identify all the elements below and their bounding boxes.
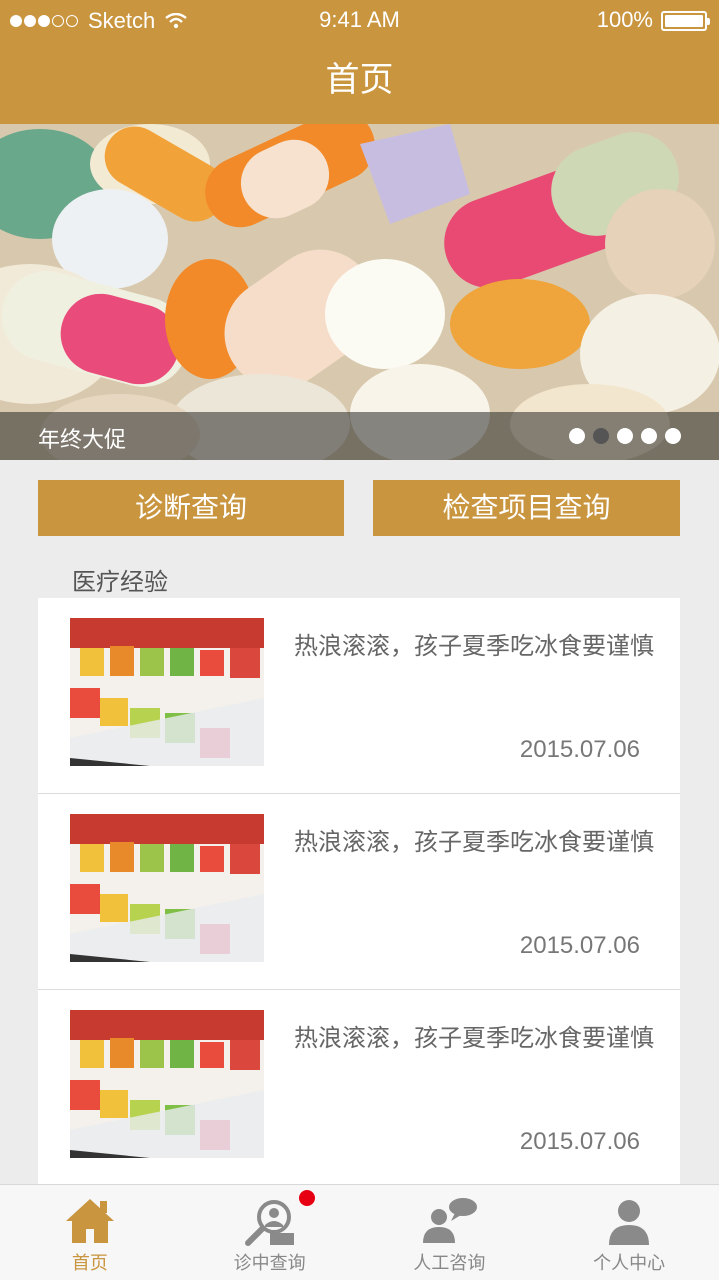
article-item[interactable]: 热浪滚滚，孩子夏季吃冰食要谨慎 2015.07.06 (38, 794, 680, 990)
article-thumbnail (70, 1010, 264, 1158)
article-list: 热浪滚滚，孩子夏季吃冰食要谨慎 2015.07.06 热浪滚滚，孩子夏季吃冰食要… (38, 598, 680, 1186)
banner-caption-bar: 年终大促 (0, 412, 719, 460)
page-dot[interactable] (569, 428, 585, 444)
promo-banner[interactable]: 年终大促 (0, 124, 719, 460)
notification-badge-icon (298, 1190, 315, 1206)
tab-in-diagnosis-query[interactable]: 诊中查询 (180, 1185, 360, 1280)
tab-label: 首页 (71, 1253, 108, 1274)
article-headline: 热浪滚滚，孩子夏季吃冰食要谨慎 (294, 1024, 654, 1052)
page-dot-active[interactable] (593, 428, 609, 444)
tab-personal-center[interactable]: 个人中心 (539, 1185, 719, 1280)
tab-home[interactable]: 首页 (0, 1185, 180, 1280)
person-icon (609, 1200, 650, 1245)
tab-manual-consult[interactable]: 人工咨询 (360, 1185, 540, 1280)
article-thumbnail (70, 814, 264, 962)
article-thumbnail (70, 618, 264, 766)
page-dot[interactable] (617, 428, 633, 444)
article-headline: 热浪滚滚，孩子夏季吃冰食要谨慎 (294, 632, 654, 660)
bottom-tab-bar: 首页 诊中查询 人工咨询 个人中心 (0, 1184, 719, 1280)
status-bar: Sketch 9:41 AM 100% (0, 0, 719, 40)
banner-page-indicator[interactable] (561, 428, 681, 444)
banner-caption: 年终大促 (38, 428, 127, 453)
article-date: 2015.07.06 (519, 736, 640, 763)
navigation-bar: 首页 (0, 40, 719, 124)
article-item[interactable]: 热浪滚滚，孩子夏季吃冰食要谨慎 2015.07.06 (38, 990, 680, 1186)
page-title: 首页 (325, 60, 394, 100)
article-date: 2015.07.06 (519, 1128, 640, 1155)
article-date: 2015.07.06 (519, 932, 640, 959)
page-dot[interactable] (641, 428, 657, 444)
pills-banner-image (0, 124, 719, 460)
tab-label: 人工咨询 (413, 1253, 486, 1274)
tab-label: 个人中心 (593, 1253, 666, 1274)
battery-icon (661, 11, 710, 31)
chat-consult-icon (423, 1198, 478, 1243)
diagnosis-query-button[interactable]: 诊断查询 (38, 480, 344, 536)
tab-label: 诊中查询 (233, 1253, 306, 1274)
exam-item-query-button[interactable]: 检查项目查询 (373, 480, 680, 536)
article-item[interactable]: 热浪滚滚，孩子夏季吃冰食要谨慎 2015.07.06 (38, 598, 680, 794)
page-dot[interactable] (665, 428, 681, 444)
home-icon (65, 1199, 114, 1243)
search-person-icon (244, 1200, 294, 1246)
section-title: 医疗经验 (72, 568, 168, 596)
battery-percent: 100% (596, 7, 653, 32)
article-headline: 热浪滚滚，孩子夏季吃冰食要谨慎 (294, 828, 654, 856)
